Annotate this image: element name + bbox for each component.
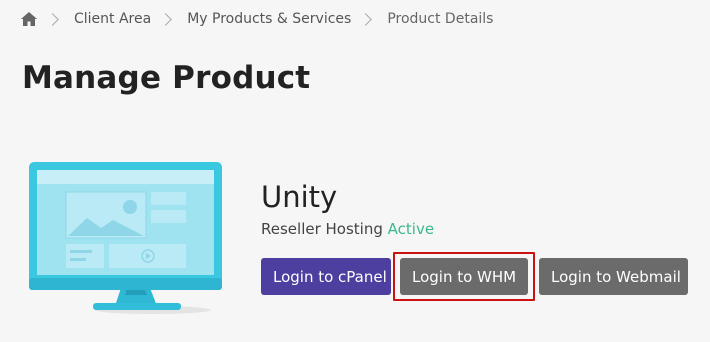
breadcrumb-separator-icon (359, 12, 373, 26)
login-webmail-button[interactable]: Login to Webmail (539, 258, 688, 295)
breadcrumb-separator-icon (46, 12, 59, 26)
product-type: Reseller Hosting (261, 220, 383, 238)
product-name: Unity (261, 180, 338, 214)
login-cpanel-button[interactable]: Login to cPanel (261, 258, 391, 295)
login-whm-button[interactable]: Login to WHM (400, 258, 528, 295)
breadcrumb-current: Product Details (387, 11, 494, 27)
product-meta: Reseller Hosting Active (261, 220, 434, 238)
breadcrumb-separator-icon (159, 12, 173, 26)
breadcrumb: Client Area My Products & Services Produ… (20, 9, 493, 29)
action-buttons: Login to cPanel Login to WHM Login to We… (261, 252, 688, 301)
breadcrumb-products-services[interactable]: My Products & Services (187, 11, 351, 27)
breadcrumb-client-area[interactable]: Client Area (74, 11, 151, 27)
home-icon[interactable] (20, 11, 38, 27)
monitor-illustration (29, 162, 222, 316)
page-title: Manage Product (22, 60, 311, 96)
highlight-box: Login to WHM (393, 252, 535, 301)
status-badge: Active (387, 220, 435, 238)
